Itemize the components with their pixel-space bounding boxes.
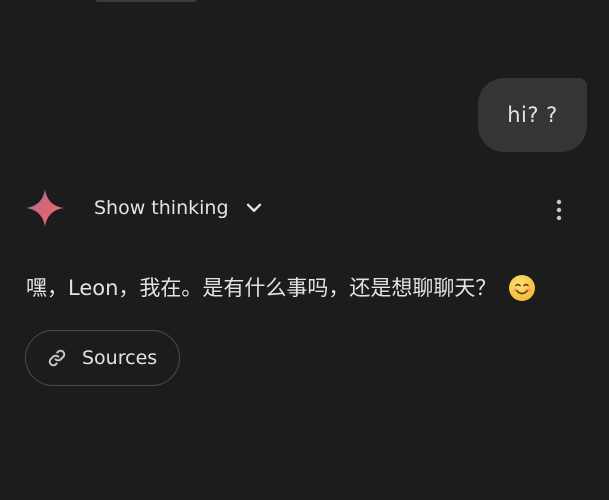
more-vert-icon [556, 199, 562, 221]
show-thinking-label: Show thinking [94, 197, 229, 219]
user-message-bubble: hi? ? [478, 78, 587, 152]
user-message-text: hi? ? [507, 103, 558, 127]
sources-label: Sources [82, 347, 158, 369]
gemini-sparkle-icon [25, 188, 65, 228]
sources-button[interactable]: Sources [25, 330, 180, 386]
chevron-down-icon [246, 203, 261, 212]
smiling-face-emoji [509, 275, 536, 301]
assistant-response: 嘿，Leon，我在。是有什么事吗，还是想聊聊天？ [26, 272, 536, 304]
previous-content-edge [96, 0, 196, 2]
more-options-button[interactable] [548, 198, 570, 222]
show-thinking-toggle[interactable]: Show thinking [94, 190, 265, 226]
link-icon [48, 349, 66, 367]
assistant-response-text: 嘿，Leon，我在。是有什么事吗，还是想聊聊天？ [26, 276, 497, 300]
